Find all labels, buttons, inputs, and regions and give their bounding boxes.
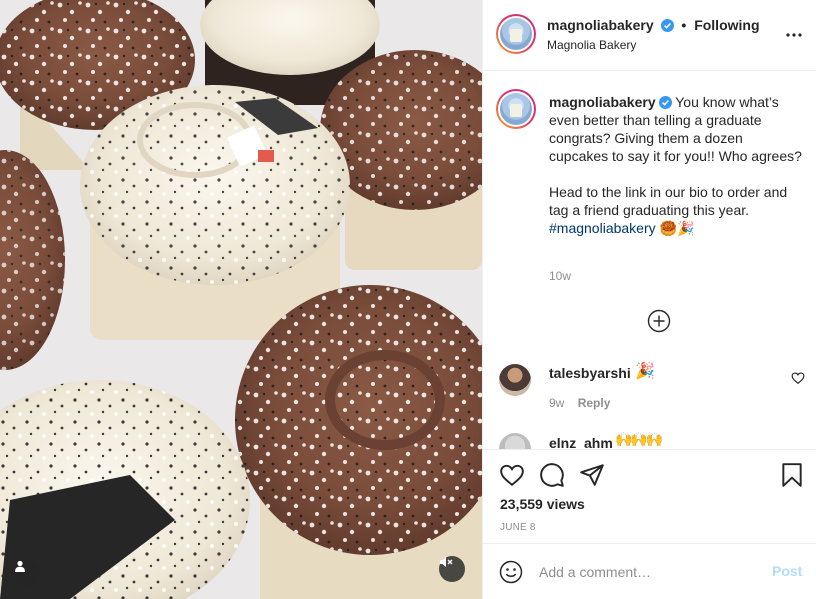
post-actions: 23,559 views JUNE 8 [483,449,816,543]
muted-speaker-icon [440,557,453,567]
caption-username-link[interactable]: magnoliabakery [549,94,656,110]
following-button[interactable]: Following [694,17,759,33]
cupcakes-photo [0,0,482,599]
comment-timestamp[interactable]: 9w [549,396,564,410]
more-options-icon [786,33,802,37]
caption-emoji: 🥮🎉 [659,220,695,236]
commenter-avatar[interactable] [499,433,531,449]
commenter-avatar[interactable] [499,364,531,396]
commenter-username-link[interactable]: talesbyarshi [549,365,631,381]
post-header: magnoliabakery • Following Magnolia Bake… [483,0,816,71]
commenter-username-link[interactable]: elnz_ahm [549,435,613,449]
comments-section[interactable]: magnoliabakery You know what’s even bett… [483,71,816,449]
user-tag-icon [15,560,25,572]
author-avatar[interactable] [496,14,536,54]
author-username-link[interactable]: magnoliabakery [547,17,654,33]
post-side-panel: magnoliabakery • Following Magnolia Bake… [482,0,816,599]
comment-icon[interactable] [539,462,565,488]
separator-dot: • [681,17,687,33]
bookmark-icon[interactable] [779,462,805,488]
caption-author-avatar[interactable] [496,89,536,129]
more-options-button[interactable] [783,25,805,45]
comment-input[interactable] [539,556,759,588]
load-more-comments-icon[interactable] [647,309,671,333]
share-icon[interactable] [579,462,605,488]
reply-button[interactable]: Reply [578,396,611,410]
verified-badge-icon [660,19,674,32]
header-title-line: magnoliabakery • Following [547,17,760,33]
verified-badge-icon [658,96,672,109]
heart-icon[interactable] [499,462,525,488]
caption: magnoliabakery You know what’s even bett… [549,93,805,237]
emoji-icon[interactable] [499,560,523,584]
hashtag-link[interactable]: #magnoliabakery [549,220,656,236]
comment-text: 🙌🙌🙌 [615,431,663,447]
comment-meta: 9w Reply [549,396,610,410]
post-date[interactable]: JUNE 8 [500,522,536,533]
post-media-video[interactable] [0,0,482,599]
add-comment-bar: Post [483,543,816,599]
post-comment-button[interactable]: Post [772,563,802,579]
user-tag-button[interactable] [14,560,40,586]
mute-toggle-button[interactable] [439,556,465,582]
caption-timestamp[interactable]: 10w [549,269,571,283]
location-link[interactable]: Magnolia Bakery [547,38,636,52]
view-count[interactable]: 23,559 views [500,496,585,512]
caption-text-cta: Head to the link in our bio to order and… [549,184,788,218]
comment-like-icon[interactable] [791,371,805,385]
comment-text: 🎉 [635,363,655,380]
